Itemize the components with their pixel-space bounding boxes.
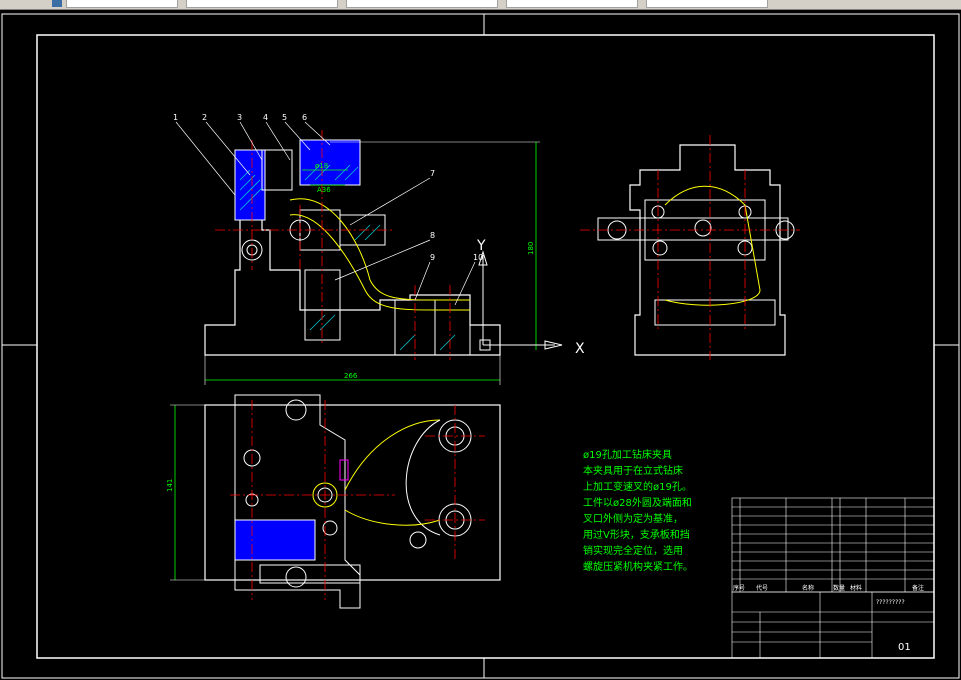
parts-header-remark: 备注: [912, 584, 924, 592]
part-label-7: 7: [430, 169, 435, 178]
title-block-title: ?????????: [876, 599, 905, 606]
note-line: 用过V形块，支承板和挡: [583, 530, 690, 541]
parts-header-material: 材料: [850, 584, 862, 592]
parts-header-no: 序号: [733, 584, 745, 592]
technical-notes: ø19孔加工钻床夹具 本夹具用于在立式钻床 上加工变速叉的ø19孔。 工件以ø2…: [583, 448, 723, 576]
part-label-8: 8: [430, 231, 435, 240]
dim-height-front: 180: [527, 242, 535, 255]
part-label-9: 9: [430, 253, 435, 262]
parts-header-qty: 数量: [833, 584, 845, 592]
dim-a36: A36: [317, 186, 331, 194]
window-tab[interactable]: [66, 0, 178, 8]
drawing-number: 01: [898, 642, 911, 653]
dim-width-front: 266: [344, 372, 358, 380]
cad-drawing: 1 2 3 4 5 6 7 8 9 10 ø18 A36 266 180 141…: [1, 13, 960, 679]
side-view: [580, 135, 800, 360]
note-line: 销实现完全定位，选用: [583, 546, 683, 557]
part-label-10: 10: [473, 253, 483, 262]
part-label-4: 4: [263, 113, 268, 122]
file-tab-icon: [52, 0, 62, 7]
note-line: 上加工变速叉的ø19孔。: [583, 482, 692, 493]
part-label-6: 6: [302, 113, 307, 122]
note-line: 本夹具用于在立式钻床: [583, 466, 683, 477]
axis-label-x: X: [575, 341, 585, 357]
front-view: [175, 121, 563, 385]
window-tab-bar: [0, 0, 961, 10]
window-tab[interactable]: [346, 0, 498, 8]
axis-label-y: Y: [476, 238, 486, 254]
dim-dia18: ø18: [315, 162, 328, 170]
drawing-border: [36, 34, 935, 659]
part-label-2: 2: [202, 113, 207, 122]
parts-header-code: 代号: [756, 584, 768, 592]
part-label-1: 1: [173, 113, 178, 122]
cad-canvas[interactable]: 1 2 3 4 5 6 7 8 9 10 ø18 A36 266 180 141…: [0, 10, 961, 680]
note-line: 螺旋压紧机构夹紧工作。: [583, 562, 693, 573]
window-tab[interactable]: [646, 0, 768, 8]
window-tab[interactable]: [506, 0, 638, 8]
parts-header-name: 名称: [802, 584, 814, 592]
dim-height-top: 141: [166, 479, 174, 492]
top-view: [170, 394, 501, 609]
note-line: 叉口外侧为定为基准，: [583, 514, 683, 525]
note-line: ø19孔加工钻床夹具: [583, 450, 672, 461]
parts-list: [731, 497, 935, 659]
part-label-3: 3: [237, 113, 242, 122]
note-line: 工件以ø28外圆及端面和: [583, 498, 692, 509]
part-label-5: 5: [282, 113, 287, 122]
window-tab[interactable]: [186, 0, 338, 8]
